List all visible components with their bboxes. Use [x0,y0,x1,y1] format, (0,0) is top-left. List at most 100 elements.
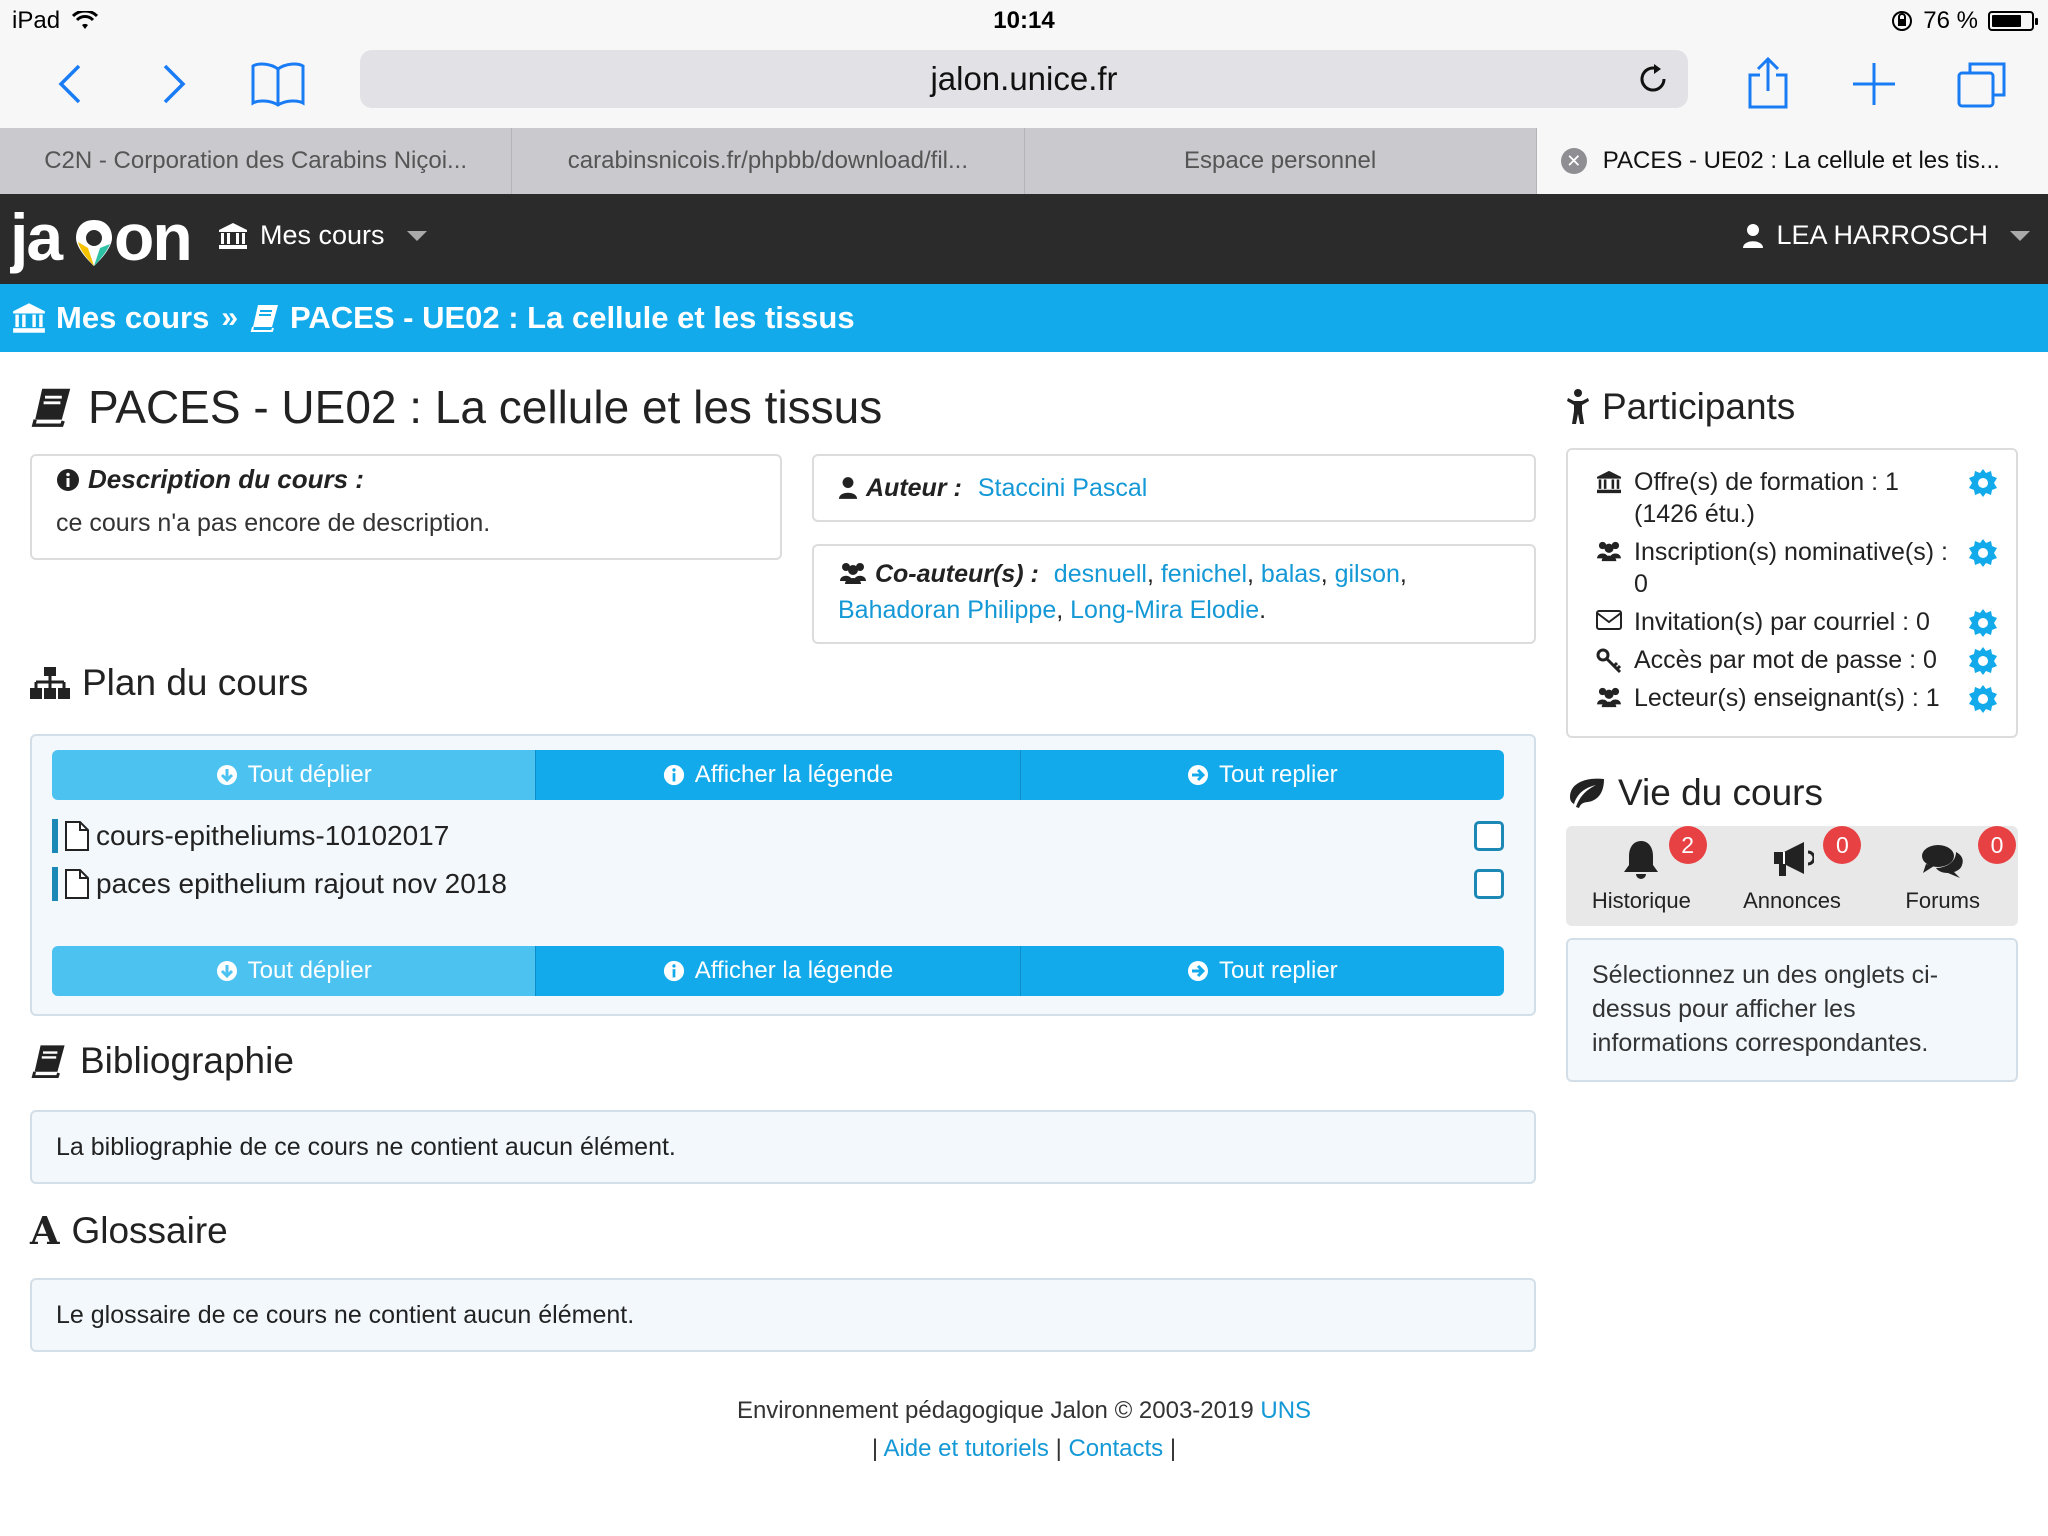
book-icon [31,388,71,427]
coauteur-link[interactable]: balas [1261,560,1321,588]
sidebar: Participants Offre(s) de formation : 1 (… [1566,372,2018,1082]
address-bar[interactable]: jalon.unice.fr [360,50,1688,108]
close-tab-icon[interactable]: ✕ [1560,148,1587,174]
url-text: jalon.unice.fr [930,60,1118,97]
chevron-right-icon [163,64,186,104]
gear-icon[interactable] [1968,468,1998,506]
gear-icon[interactable] [1968,646,1998,684]
browser-tab[interactable]: carabinsnicois.fr/phpbb/download/fil... [512,128,1025,194]
users-icon [1597,541,1621,562]
new-tab-button[interactable] [1842,52,1906,116]
forward-button[interactable] [142,52,206,116]
plan-item[interactable]: cours-epitheliums-10102017 [52,812,1504,860]
plus-icon [1853,63,1895,105]
bookmarks-button[interactable] [246,52,310,116]
plan-item[interactable]: paces epithelium rajout nov 2018 [52,860,1504,908]
back-button[interactable] [38,52,102,116]
user-name: LEA HARROSCH [1776,220,1988,250]
share-button[interactable] [1736,52,1800,116]
battery-fill [1992,15,2021,27]
participant-label: Lecteur(s) enseignant(s) : 1 [1634,684,1940,712]
info-icon [663,960,684,982]
gear-icon[interactable] [1968,608,1998,646]
browser-toolbar: jalon.unice.fr [0,42,2048,128]
contacts-link[interactable]: Contacts [1068,1435,1163,1462]
auteur-link[interactable]: Staccini Pascal [978,474,1148,503]
browser-tab[interactable]: C2N - Corporation des Carabins Niçoi... [0,128,513,194]
participant-row: Accès par mot de passe : 0 [1594,644,1997,676]
comments-icon [1921,845,1963,878]
file-icon [65,821,89,851]
tout-deplier-button[interactable]: Tout déplier [52,946,537,996]
book-icon [250,305,279,332]
tab-historique[interactable]: 2 Historique [1566,826,1717,926]
tout-replier-button[interactable]: Tout replier [1020,750,1504,800]
user-menu[interactable]: LEA HARROSCH [1742,220,2030,251]
breadcrumb: Mes cours » PACES - UE02 : La cellule et… [0,284,2048,352]
battery-icon [1988,11,2038,31]
plan-item-checkbox[interactable] [1474,821,1504,851]
jalon-logo[interactable]: jalon ja on [10,204,190,276]
plan-item-label: paces epithelium rajout nov 2018 [96,868,507,899]
plan-toolbar-bottom: Tout déplier Afficher la légende Tout re… [52,946,1504,996]
tabs-overview-button[interactable] [1950,52,2014,116]
ios-status-bar: iPad 10:14 76 % [0,0,2048,42]
participant-label: Accès par mot de passe : 0 [1634,646,1937,674]
breadcrumb-current[interactable]: PACES - UE02 : La cellule et les tissus [250,300,855,336]
uns-link[interactable]: UNS [1260,1397,1311,1424]
browser-tabs: C2N - Corporation des Carabins Niçoi... … [0,128,2048,194]
chevron-left-icon [58,64,81,104]
browser-tab-active[interactable]: ✕ PACES - UE02 : La cellule et les tis..… [1536,128,2048,194]
file-icon [65,869,89,899]
coauteur-link[interactable]: fenichel [1161,560,1247,588]
institution-icon [219,222,247,249]
tab-annonces[interactable]: 0 Annonces [1717,826,1868,926]
vie-du-cours-title: Vie du cours [1566,758,1823,828]
mes-cours-menu[interactable]: Mes cours [218,220,427,251]
tout-deplier-button[interactable]: Tout déplier [52,750,537,800]
gear-icon[interactable] [1968,684,1998,722]
coauteurs-box: Co-auteur(s) : desnuell, fenichel, balas… [812,544,1536,644]
glossaire-box: Le glossaire de ce cours ne contient auc… [30,1278,1536,1352]
participants-title: Participants [1566,372,2018,442]
leaf-icon [1570,778,1604,808]
tab-forums[interactable]: 0 Forums [1867,826,2018,926]
plan-item-checkbox[interactable] [1474,869,1504,899]
user-icon [838,477,858,499]
envelope-icon [1596,610,1622,630]
tabs-icon [1957,62,2006,108]
jalon-logo-icon: ja on [10,204,190,274]
coauteur-link[interactable]: Bahadoran Philippe [838,596,1056,624]
afficher-legende-button[interactable]: Afficher la légende [536,946,1021,996]
plan-title: Plan du cours [30,662,308,704]
item-marker [52,867,58,901]
afficher-legende-button[interactable]: Afficher la légende [536,750,1021,800]
users-icon [1597,687,1621,708]
breadcrumb-mes-cours[interactable]: Mes cours [12,300,209,336]
description-text: ce cours n'a pas encore de description. [56,509,491,537]
info-icon [663,764,684,786]
participants-box: Offre(s) de formation : 1 (1426 étu.) In… [1566,448,2018,738]
plan-box: Tout déplier Afficher la légende Tout re… [30,734,1536,1016]
vie-du-cours-tabs: 2 Historique 0 Annonces 0 Forums [1566,826,2018,926]
coauteur-link[interactable]: Long-Mira Elodie [1070,596,1259,624]
participant-row: Lecteur(s) enseignant(s) : 1 [1594,682,1997,714]
auteur-label: Auteur : [866,473,962,502]
caret-down-icon [2010,230,2030,241]
breadcrumb-separator: » [221,301,239,334]
coauteur-link[interactable]: desnuell [1054,560,1147,588]
description-label: Description du cours : [88,464,364,494]
browser-tab[interactable]: Espace personnel [1025,128,1537,194]
participant-label: Invitation(s) par courriel : 0 [1634,608,1930,636]
info-icon [57,468,79,491]
bullhorn-icon [1774,842,1814,876]
sitemap-icon [30,667,70,699]
reload-button[interactable] [1636,62,1670,104]
gear-icon[interactable] [1968,538,1998,576]
tout-replier-button[interactable]: Tout replier [1020,946,1504,996]
auteur-box: Auteur : Staccini Pascal [812,454,1536,522]
book-icon [31,1045,65,1079]
aide-tutoriels-link[interactable]: Aide et tutoriels [883,1435,1048,1462]
coauteur-link[interactable]: gilson [1335,560,1400,588]
user-icon [1743,223,1764,248]
